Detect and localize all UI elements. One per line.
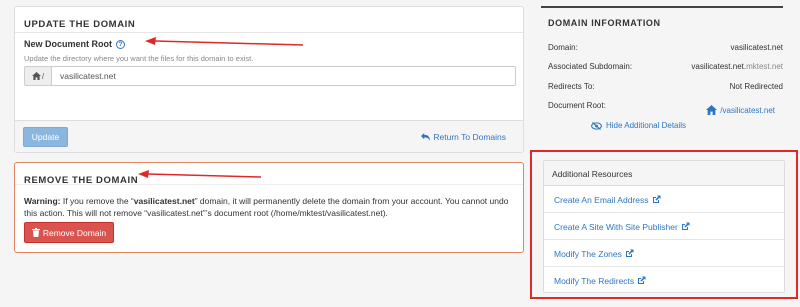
eye-slash-icon [591,121,602,130]
update-button[interactable]: Update [23,127,68,147]
resource-link-modify-zones[interactable]: Modify The Zones [544,240,784,267]
remove-domain-header: REMOVE THE DOMAIN [15,163,523,186]
update-domain-title: UPDATE THE DOMAIN [24,19,136,30]
external-link-icon [652,195,660,203]
annotation-arrow-remove-domain [138,170,262,178]
home-icon [706,105,718,115]
additional-resources-title: Additional Resources [544,161,784,186]
resource-link-modify-redirects[interactable]: Modify The Redirects [544,267,784,294]
document-root-hint: Update the directory where you want the … [24,54,254,63]
resource-link-label: Modify The Redirects [554,276,635,286]
external-link-icon [681,222,690,230]
document-root-input[interactable] [52,67,515,85]
warning-label: Warning: [24,196,61,206]
redirects-row: Redirects To: Not Redirected [548,82,783,91]
remove-domain-button[interactable]: Remove Domain [24,222,114,243]
domain-information-panel: DOMAIN INFORMATION Domain: vasilicatest.… [541,6,783,138]
document-root-input-group: / [24,66,516,86]
resource-link-label: Create A Site With Site Publisher [554,222,678,232]
document-root-label-text: New Document Root [24,39,113,49]
document-root-row: Document Root: /vasilicatest.net [548,101,783,115]
hide-details-link[interactable]: Hide Additional Details [591,121,686,130]
remove-domain-label: Remove Domain [42,227,107,238]
annotation-arrow-document-root [145,37,304,46]
return-to-domains-link[interactable]: Return To Domains [421,132,506,142]
resource-link-create-email[interactable]: Create An Email Address [544,186,784,213]
domain-info-title: DOMAIN INFORMATION [548,18,661,28]
domain-label: Domain: [548,43,578,52]
return-to-domains-label: Return To Domains [433,132,506,142]
external-link-icon [638,276,646,284]
associated-subdomain-value-muted: mktest.net [746,62,783,71]
help-icon[interactable]: ? [116,39,126,49]
associated-subdomain-label: Associated Subdomain: [548,62,633,71]
document-root-label: New Document Root ? [24,39,126,49]
resource-link-label: Create An Email Address [554,195,649,205]
home-icon [31,72,41,80]
document-root-info-label: Document Root: [548,101,606,110]
document-root-link[interactable]: /vasilicatest.net [706,105,775,115]
associated-subdomain-value: vasilicatest.net.mktest.net [691,62,783,71]
hide-details-label: Hide Additional Details [606,121,687,130]
warning-pre: If you remove the “ [60,196,134,206]
update-domain-header: UPDATE THE DOMAIN [15,7,523,33]
trash-icon [31,228,40,237]
domain-info-divider [541,6,783,8]
resource-link-site-publisher[interactable]: Create A Site With Site Publisher [544,213,784,240]
domain-row: Domain: vasilicatest.net [548,43,783,52]
document-root-link-label: /vasilicatest.net [720,105,775,115]
redirects-label: Redirects To: [548,82,595,91]
update-domain-panel: UPDATE THE DOMAIN New Document Root ? Up… [14,6,524,153]
warning-domain: vasilicatest.net [133,196,195,206]
remove-domain-title: REMOVE THE DOMAIN [24,175,139,186]
update-panel-footer: Update Return To Domains [15,120,523,152]
redirects-value: Not Redirected [729,82,783,91]
remove-domain-panel: REMOVE THE DOMAIN Warning: If you remove… [14,162,524,253]
associated-subdomain-row: Associated Subdomain: vasilicatest.net.m… [548,62,783,71]
return-arrow-icon [421,133,431,141]
domain-value: vasilicatest.net [730,43,783,52]
resource-link-label: Modify The Zones [554,249,622,259]
input-addon: / [25,67,52,85]
associated-subdomain-value-main: vasilicatest.net. [691,62,747,71]
input-addon-slash: / [41,71,45,81]
external-link-icon [625,249,634,257]
additional-resources-panel: Additional Resources Create An Email Add… [543,160,785,293]
remove-warning-text: Warning: If you remove the “vasilicatest… [24,195,518,219]
